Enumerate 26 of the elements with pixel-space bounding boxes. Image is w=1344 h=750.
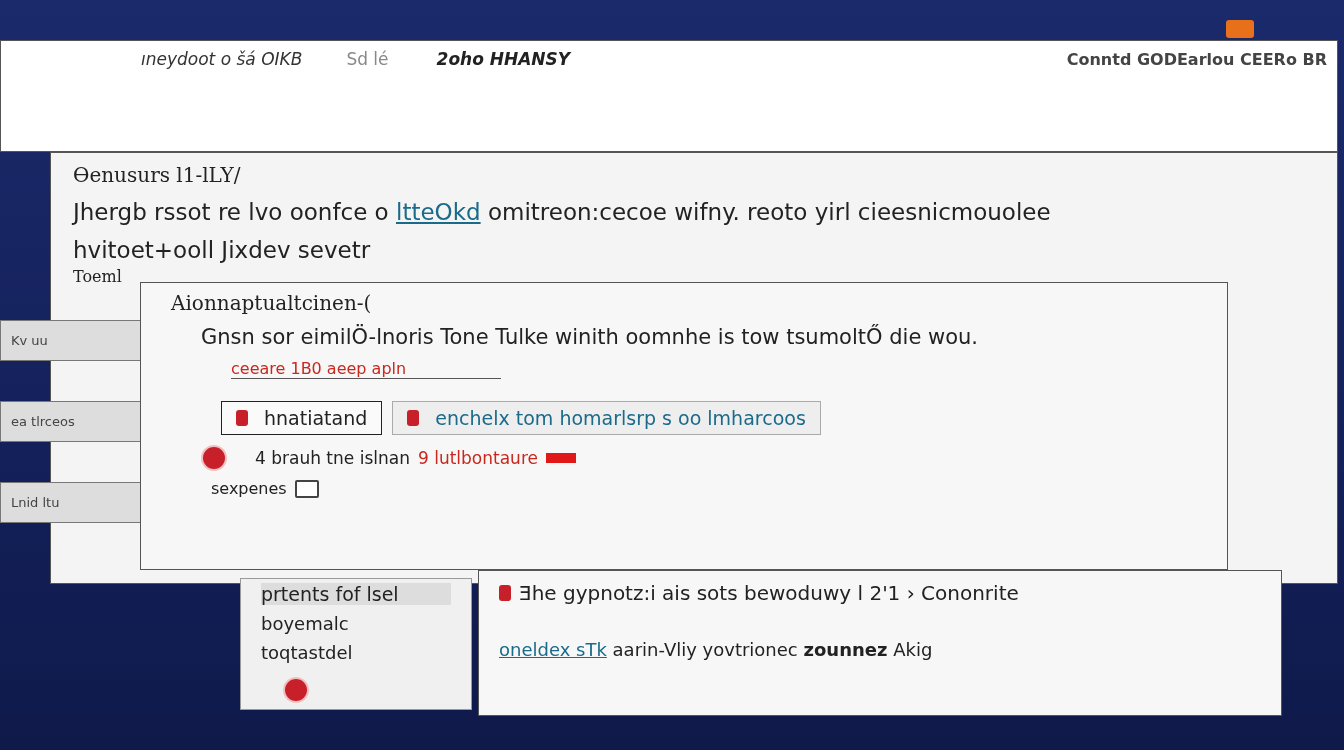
tab[interactable]: Sd lé <box>342 49 393 69</box>
stop-icon <box>201 445 227 471</box>
toolbar-label: Conntd GODEarlou CEERo BR <box>1066 49 1327 69</box>
paragraph: Jhergb rssot re lvo oonfce o ltteOkd omitreon:cecoe wifny. reoto yirl cieesnicmouolee <box>73 199 1052 225</box>
option-label: sexpenes <box>211 479 287 498</box>
card-text: toqtastdel <box>261 642 354 663</box>
label: Toeml <box>73 267 123 286</box>
card-text: boyemalc <box>261 613 350 634</box>
tab[interactable]: 2oho HHANSY <box>432 49 575 69</box>
tab[interactable]: enchelx tom homarlsrp s oo lmharcoos <box>392 401 821 435</box>
alert-text: 4 brauh tne islnan <box>255 448 410 468</box>
heading: Ɵenusurs l1-lLY/ <box>73 163 242 187</box>
dialog-title: Aionnaptualtcinen-( <box>171 291 373 315</box>
warning-text: ceeare 1B0 aeep apln <box>231 359 501 379</box>
dialog-text: Gnsn sor eimilÖ-lnoris Tone Tulke winith oomnhe is tow tsumoltŐ die wou. <box>201 325 979 349</box>
checkbox[interactable] <box>294 479 319 498</box>
dialog-title: Ǝhe gypnotz:i ais sots bewoduwy l 2'1 › Cononrite <box>519 581 1019 605</box>
tab[interactable]: hnatiatand <box>221 401 383 435</box>
card-title: prtents fof lsel <box>261 583 451 605</box>
alert-text: 9 lutlbontaure <box>417 448 538 468</box>
paragraph: oneldex sTk aarin-Vliy yovtrionec zounnez Akig <box>499 639 934 660</box>
link[interactable]: oneldex sTk <box>499 639 607 660</box>
link[interactable]: ltteOkd <box>396 199 481 225</box>
paragraph: hvitoet+ooll Jixdev sevetr <box>73 237 372 263</box>
window-title: ıneydoot o šá OIKB <box>141 49 303 69</box>
stop-icon <box>283 677 309 703</box>
